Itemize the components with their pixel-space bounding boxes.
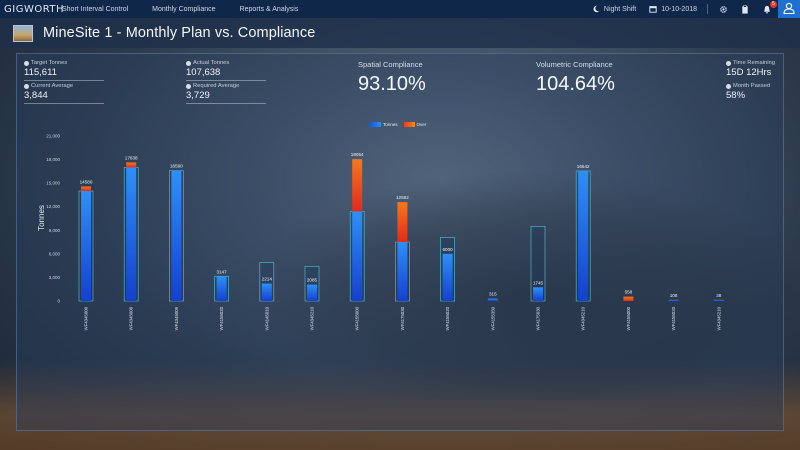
x-tick-label: WF4155000 (626, 306, 631, 330)
bar-over[interactable] (81, 186, 91, 191)
bar-over[interactable] (623, 296, 634, 301)
x-tick-label: WF4175030 (400, 306, 405, 330)
x-tick-label: WF4155020 (671, 306, 676, 330)
bar-value-label: 14580 (80, 179, 93, 184)
bar-value-label: 18054 (351, 152, 364, 157)
bar-value-label: 2085 (307, 278, 318, 283)
x-tick-label: WF4345009 (174, 306, 179, 330)
bar-value-label: 38 (716, 293, 722, 298)
y-axis-ticks: 21,000 18,000 15,000 12,000 9,000 6,000 3,000 0 (46, 134, 60, 304)
bar-over[interactable] (126, 162, 137, 168)
bar-tonnes[interactable] (533, 287, 543, 301)
y-tick-label: 21,000 (46, 134, 60, 139)
bar-tonnes[interactable] (307, 284, 317, 301)
bar-tonnes[interactable] (81, 191, 91, 301)
bar-tonnes[interactable] (171, 170, 182, 301)
y-tick-label: 18,000 (46, 157, 60, 162)
bar-tonnes[interactable] (487, 298, 498, 301)
x-tick-label: WF4155020 (219, 306, 224, 330)
bar-value-label: 17638 (125, 155, 138, 160)
bar-value-label: 6000 (442, 247, 453, 252)
bar-value-label: 1745 (533, 280, 544, 285)
bar-tonnes[interactable] (216, 276, 227, 301)
bar-tonnes[interactable] (261, 283, 272, 301)
x-tick-label: WF4155020 (445, 306, 450, 330)
bar-value-label: 2214 (262, 277, 273, 282)
bar-value-label: 3147 (216, 269, 227, 274)
y-tick-label: 15,000 (46, 181, 60, 186)
y-axis-title: Tonnes (37, 205, 46, 231)
bar-tonnes[interactable] (126, 167, 137, 301)
x-tick-label: WF4145010 (264, 306, 269, 330)
bar-tonnes[interactable] (713, 299, 724, 301)
bar-value-label: 558 (625, 290, 633, 295)
x-tick-label: WF4345008 (129, 306, 134, 330)
bar-value-label: 108 (670, 293, 678, 298)
x-tick-label: WF4345000 (84, 306, 89, 330)
tonnes-bar-chart: Tonnes 21,000 18,000 15,000 12,000 9,000 6,00… (37, 134, 724, 330)
y-tick-label: 6,000 (49, 251, 61, 256)
chart-bars: 14580 WF4345000 17638 WF4345008 16590 WF43450… (78, 152, 724, 330)
y-tick-label: 3,000 (49, 275, 61, 280)
bar-value-label: 12582 (396, 195, 409, 200)
bar-value-label: 16590 (170, 164, 183, 169)
bar-over[interactable] (397, 202, 408, 243)
bar-over[interactable] (352, 159, 363, 212)
bar-tonnes[interactable] (668, 299, 679, 301)
x-tick-label: WF4345210 (310, 306, 315, 330)
x-tick-label: WF4155000 (355, 306, 360, 330)
bar-tonnes[interactable] (397, 242, 408, 301)
x-tick-label: WF4175030 (536, 306, 541, 330)
x-tick-label: WF4345210 (581, 306, 586, 330)
bar-value-label: 16542 (577, 164, 590, 169)
bar-tonnes[interactable] (352, 211, 363, 301)
x-tick-label: WF4155350 (490, 306, 495, 330)
x-tick-label: WF4345210 (716, 306, 721, 330)
y-tick-label: 12,000 (46, 204, 60, 209)
y-tick-label: 9,000 (49, 228, 61, 233)
y-tick-label: 0 (57, 299, 60, 304)
bar-value-label: 315 (489, 292, 497, 297)
bar-tonnes[interactable] (578, 171, 589, 301)
bar-tonnes[interactable] (442, 253, 453, 301)
